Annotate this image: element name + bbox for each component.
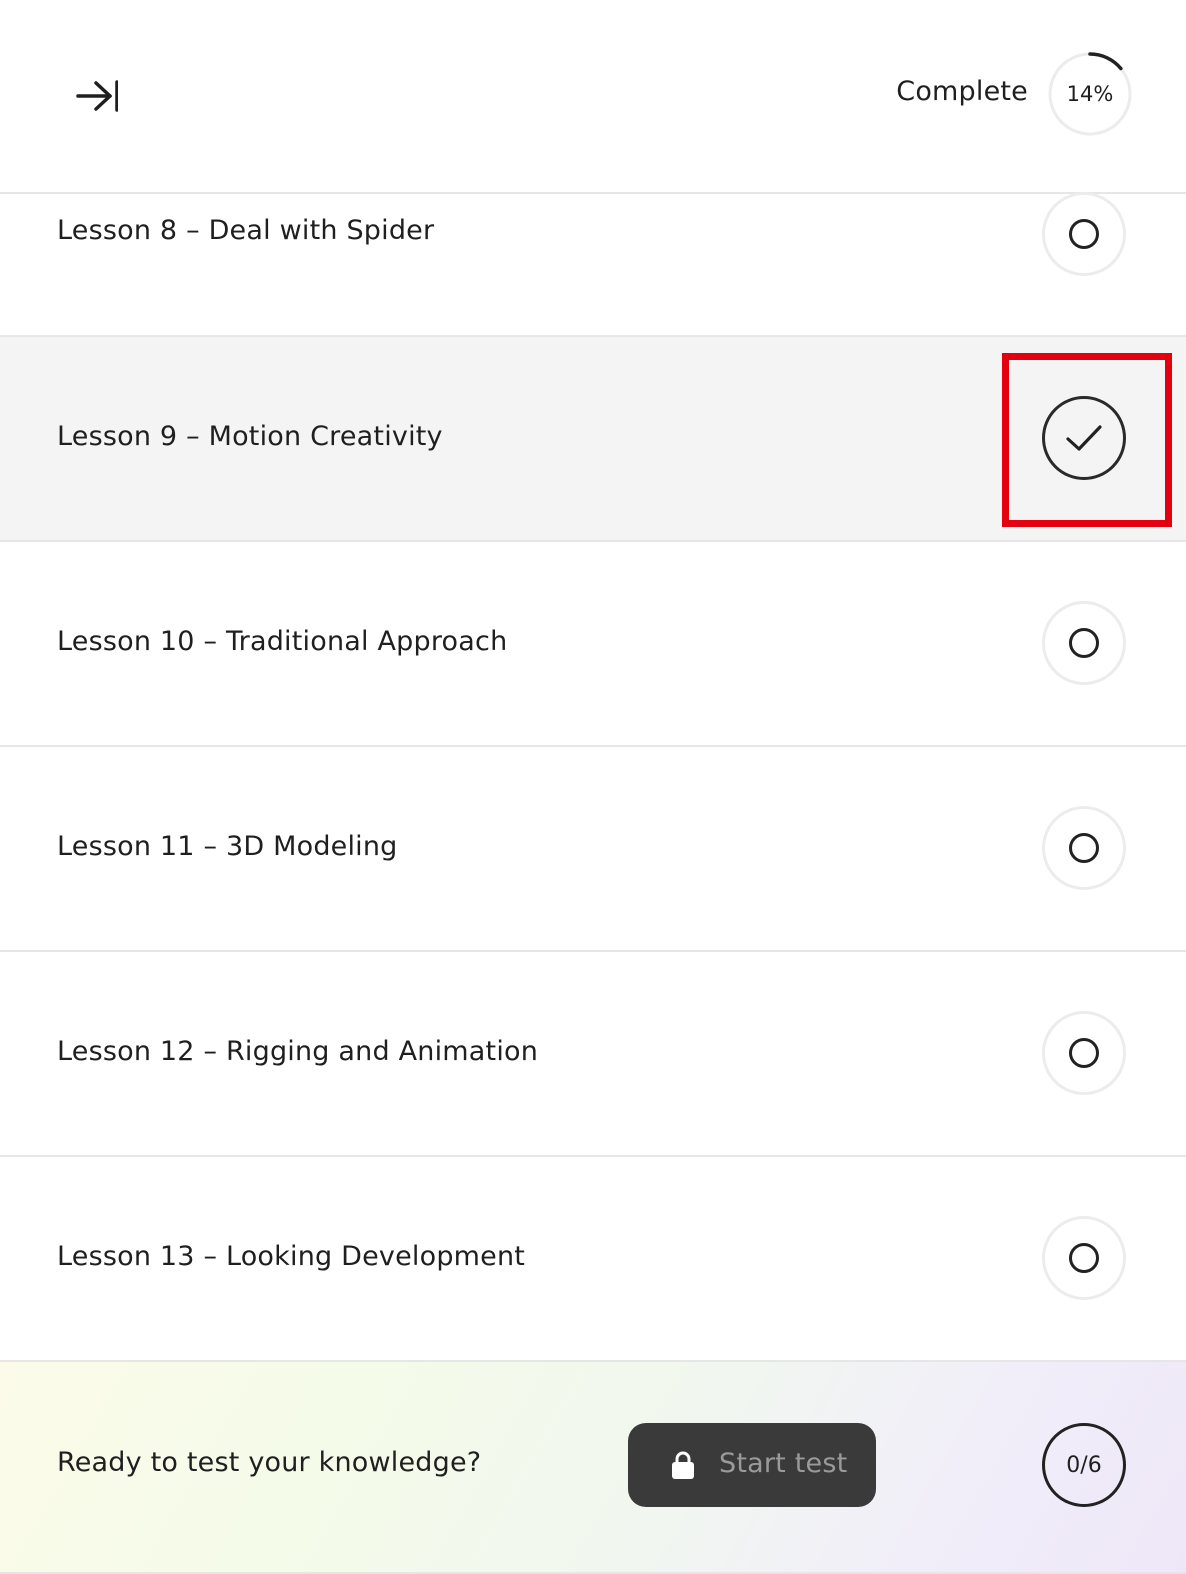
collapse-sidebar-button[interactable]	[70, 70, 122, 122]
quiz-score: 0/6	[1042, 1423, 1126, 1507]
lesson-title: Lesson 9 – Motion Creativity	[57, 421, 443, 452]
lesson-title: Lesson 11 – 3D Modeling	[57, 831, 398, 862]
arrow-right-to-bar-icon	[76, 80, 118, 112]
course-progress-ring: 14%	[1048, 52, 1132, 136]
lesson-title: Lesson 12 – Rigging and Animation	[57, 1036, 539, 1067]
quiz-prompt: Ready to test your knowledge?	[57, 1447, 482, 1478]
course-sidebar: Complete 14% Lesson 8 – Deal with Spider…	[0, 0, 1186, 1574]
sidebar-header: Complete 14%	[0, 0, 1186, 194]
circle-icon	[1069, 833, 1099, 863]
circle-icon	[1069, 219, 1099, 249]
mark-complete-button[interactable]	[1042, 1216, 1126, 1300]
lesson-row[interactable]: Lesson 10 – Traditional Approach	[0, 542, 1186, 747]
lesson-title: Lesson 13 – Looking Development	[57, 1241, 526, 1272]
lesson-row[interactable]: Lesson 9 – Motion Creativity	[0, 337, 1186, 542]
mark-incomplete-button[interactable]	[1042, 396, 1126, 480]
mark-complete-button[interactable]	[1042, 601, 1126, 685]
lock-icon	[672, 1451, 694, 1479]
mark-complete-button[interactable]	[1042, 192, 1126, 276]
mark-complete-button[interactable]	[1042, 1011, 1126, 1095]
lesson-title: Lesson 8 – Deal with Spider	[57, 215, 435, 246]
start-test-button[interactable]: Start test	[628, 1423, 876, 1507]
lesson-title: Lesson 10 – Traditional Approach	[57, 626, 508, 657]
circle-icon	[1069, 1243, 1099, 1273]
circle-icon	[1069, 628, 1099, 658]
check-icon	[1066, 425, 1102, 451]
start-test-label: Start test	[719, 1448, 848, 1479]
lesson-row[interactable]: Lesson 8 – Deal with Spider	[0, 192, 1186, 337]
progress-percentage: 14%	[1066, 82, 1114, 106]
quiz-footer: Ready to test your knowledge? Start test…	[0, 1362, 1186, 1574]
lesson-row[interactable]: Lesson 13 – Looking Development	[0, 1157, 1186, 1362]
complete-label: Complete	[896, 76, 1028, 107]
circle-icon	[1069, 1038, 1099, 1068]
lesson-row[interactable]: Lesson 12 – Rigging and Animation	[0, 952, 1186, 1157]
mark-complete-button[interactable]	[1042, 806, 1126, 890]
lesson-row[interactable]: Lesson 11 – 3D Modeling	[0, 747, 1186, 952]
